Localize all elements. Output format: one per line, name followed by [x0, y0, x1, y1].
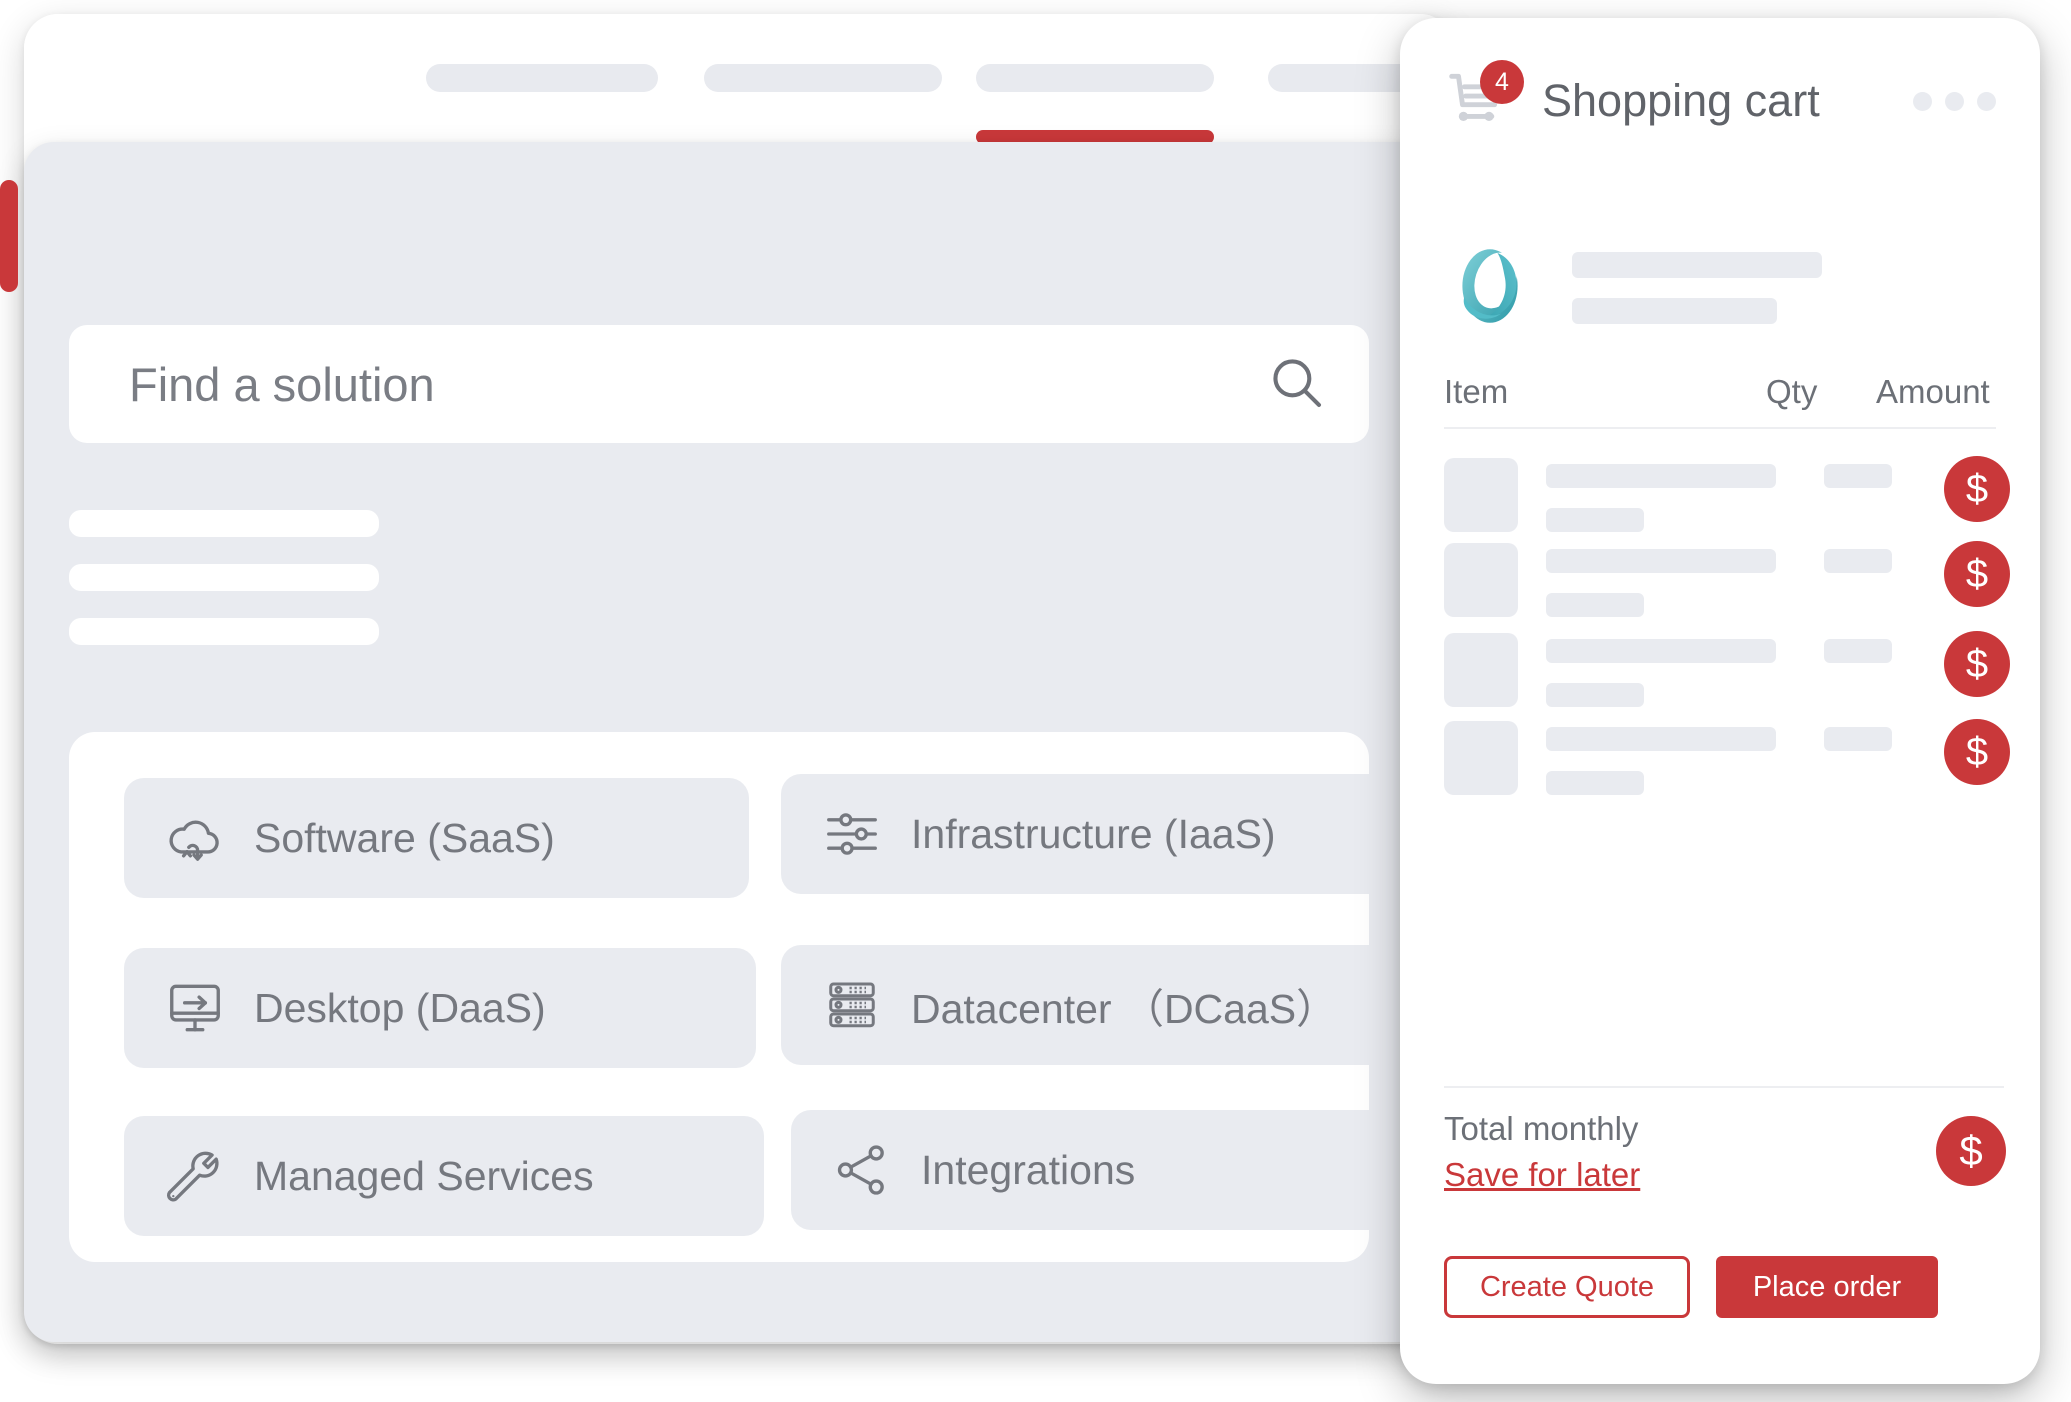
brand-skeleton-line — [1572, 298, 1777, 324]
category-tile-label: Desktop (DaaS) — [254, 984, 546, 1031]
brand-skeleton-line — [1572, 252, 1822, 278]
cart-item-qty-skeleton — [1824, 549, 1892, 573]
heading-skeleton-line — [69, 510, 379, 537]
category-tile-monitor-arrow[interactable]: Desktop (DaaS) — [124, 948, 756, 1068]
cart-item-row[interactable]: $ — [1444, 541, 2010, 623]
cart-item-row[interactable]: $ — [1444, 631, 2010, 713]
heading-skeleton-line — [69, 618, 379, 645]
category-card: Software (SaaS) Infrastructure (IaaS) De… — [69, 732, 1416, 1262]
shopping-cart-icon[interactable]: 4 — [1444, 60, 1524, 138]
category-tile-label: Software (SaaS) — [254, 814, 555, 861]
cart-title: Shopping cart — [1542, 75, 1820, 126]
cart-item-text-skeleton — [1546, 683, 1644, 707]
share-network-icon — [825, 1139, 899, 1201]
brand-skeleton-lines — [1572, 252, 1822, 324]
category-tile-sliders[interactable]: Infrastructure (IaaS) — [781, 774, 1416, 894]
server-rack-icon — [815, 975, 889, 1035]
cart-badge-count: 4 — [1480, 60, 1524, 104]
cart-item-qty-skeleton — [1824, 639, 1892, 663]
cart-item-text-skeleton — [1546, 593, 1644, 617]
cart-item-text-skeleton — [1546, 508, 1644, 532]
search-icon[interactable] — [1267, 353, 1325, 416]
cart-column-headers: Item Qty Amount — [1444, 373, 1996, 429]
category-tile-label: Datacenter （DCaaS） — [911, 986, 1338, 1032]
cart-item-thumbnail — [1444, 458, 1518, 532]
cart-item-thumbnail — [1444, 543, 1518, 617]
heading-skeleton-line — [69, 564, 379, 591]
more-dot-3 — [1977, 91, 1996, 111]
place-order-button[interactable]: Place order — [1716, 1256, 1938, 1318]
promo-thumbnail[interactable] — [79, 1312, 239, 1342]
cart-footer-divider — [1444, 1086, 2004, 1088]
cart-item-qty-skeleton — [1824, 727, 1892, 751]
cart-item-text-skeleton — [1546, 727, 1776, 751]
nav-pill-2[interactable] — [704, 64, 942, 92]
cart-item-thumbnail — [1444, 633, 1518, 707]
cart-item-amount-badge: $ — [1944, 631, 2010, 697]
cart-item-text-skeleton — [1546, 549, 1776, 573]
column-header-amount: Amount — [1876, 373, 1990, 410]
nav-pill-3[interactable] — [976, 64, 1214, 92]
nav-pill-1[interactable] — [426, 64, 658, 92]
category-tile-label: Managed Services — [254, 1152, 594, 1199]
cart-item-text-skeleton — [1546, 771, 1644, 795]
cart-item-amount-badge: $ — [1944, 719, 2010, 785]
solutions-panel: Software (SaaS) Infrastructure (IaaS) De… — [24, 142, 1454, 1342]
category-tile-share-network[interactable]: Integrations — [791, 1110, 1415, 1230]
cart-item-thumbnail — [1444, 721, 1518, 795]
column-header-qty: Qty — [1766, 373, 1818, 410]
shopping-cart-panel: 4 Shopping cart Item Qty Amount $ $ $ $ … — [1400, 18, 2040, 1384]
cloud-sync-icon — [158, 807, 232, 869]
column-header-item: Item — [1444, 373, 1509, 410]
more-options-icon[interactable] — [1913, 91, 1996, 111]
more-dot-1 — [1913, 91, 1932, 111]
cart-header: 4 Shopping cart — [1400, 56, 2040, 146]
left-accent-tab — [0, 180, 18, 292]
category-tile-label: Infrastructure (IaaS) — [911, 810, 1276, 857]
search-input[interactable] — [127, 355, 1090, 413]
cart-item-text-skeleton — [1546, 639, 1776, 663]
more-dot-2 — [1945, 91, 1964, 111]
total-amount-badge: $ — [1936, 1116, 2006, 1186]
category-tile-wrench[interactable]: Managed Services — [124, 1116, 764, 1236]
cart-item-amount-badge: $ — [1944, 456, 2010, 522]
search-bar[interactable] — [69, 325, 1369, 443]
promo-text-skeleton — [239, 1324, 651, 1342]
cart-item-row[interactable]: $ — [1444, 719, 2010, 801]
cart-item-row[interactable]: $ — [1444, 456, 2010, 538]
create-quote-button[interactable]: Create Quote — [1444, 1256, 1690, 1318]
wrench-icon — [158, 1145, 232, 1207]
total-monthly-label: Total monthly — [1444, 1110, 1639, 1147]
save-for-later-link[interactable]: Save for later — [1444, 1156, 1640, 1194]
brand-logo-icon — [1444, 240, 1536, 337]
category-tile-cloud-sync[interactable]: Software (SaaS) — [124, 778, 749, 898]
cart-item-text-skeleton — [1546, 464, 1776, 488]
category-tile-server-rack[interactable]: Datacenter （DCaaS） — [781, 945, 1403, 1065]
promo-text-skeleton — [724, 1324, 1136, 1342]
cart-action-buttons: Create Quote Place order — [1444, 1256, 2004, 1318]
monitor-arrow-icon — [158, 977, 232, 1039]
sliders-icon — [815, 803, 889, 865]
cart-item-qty-skeleton — [1824, 464, 1892, 488]
cart-brand-row — [1444, 238, 2004, 338]
category-tile-label: Integrations — [921, 1146, 1136, 1193]
cart-item-amount-badge: $ — [1944, 541, 2010, 607]
